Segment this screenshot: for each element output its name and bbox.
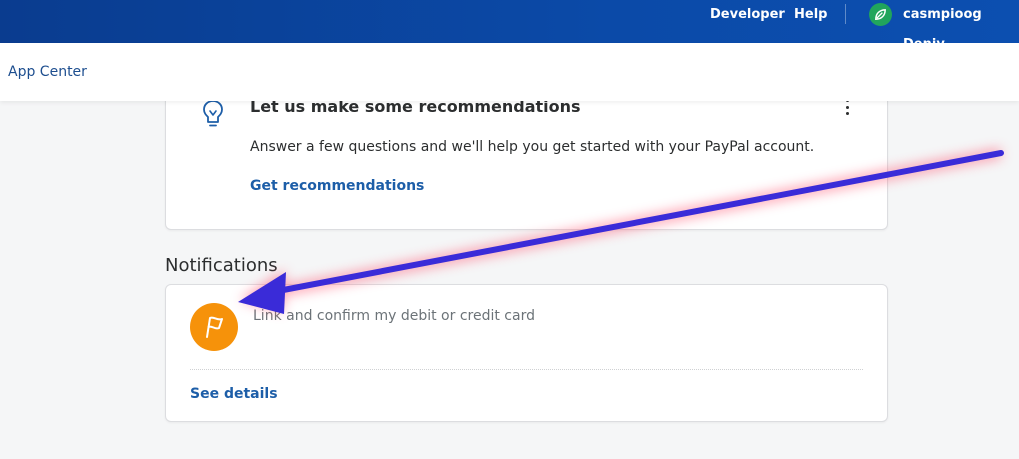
notification-card: Link and confirm my debit or credit card… (165, 284, 888, 422)
avatar[interactable] (869, 3, 892, 26)
app-center-link[interactable]: App Center (8, 64, 87, 80)
lightbulb-icon (203, 100, 223, 127)
notification-divider (190, 369, 863, 370)
sub-header: App Center (0, 43, 1019, 101)
see-details-link[interactable]: See details (190, 386, 278, 402)
user-avatar-icon (875, 9, 886, 20)
notification-icon-badge (190, 303, 238, 351)
more-vertical-icon[interactable] (844, 99, 850, 115)
developer-link[interactable]: Developer (710, 0, 785, 30)
top-navigation-bar: Developer Help casmpioog Deniy (0, 0, 1019, 52)
user-name[interactable]: casmpioog Deniy (903, 0, 1019, 52)
get-recommendations-link[interactable]: Get recommendations (250, 178, 424, 194)
flag-icon (206, 316, 223, 338)
notification-text[interactable]: Link and confirm my debit or credit card (253, 308, 535, 324)
notifications-heading: Notifications (165, 255, 278, 276)
recommendations-description: Answer a few questions and we'll help yo… (250, 139, 815, 155)
help-link[interactable]: Help (794, 0, 827, 30)
topbar-divider (845, 4, 846, 24)
